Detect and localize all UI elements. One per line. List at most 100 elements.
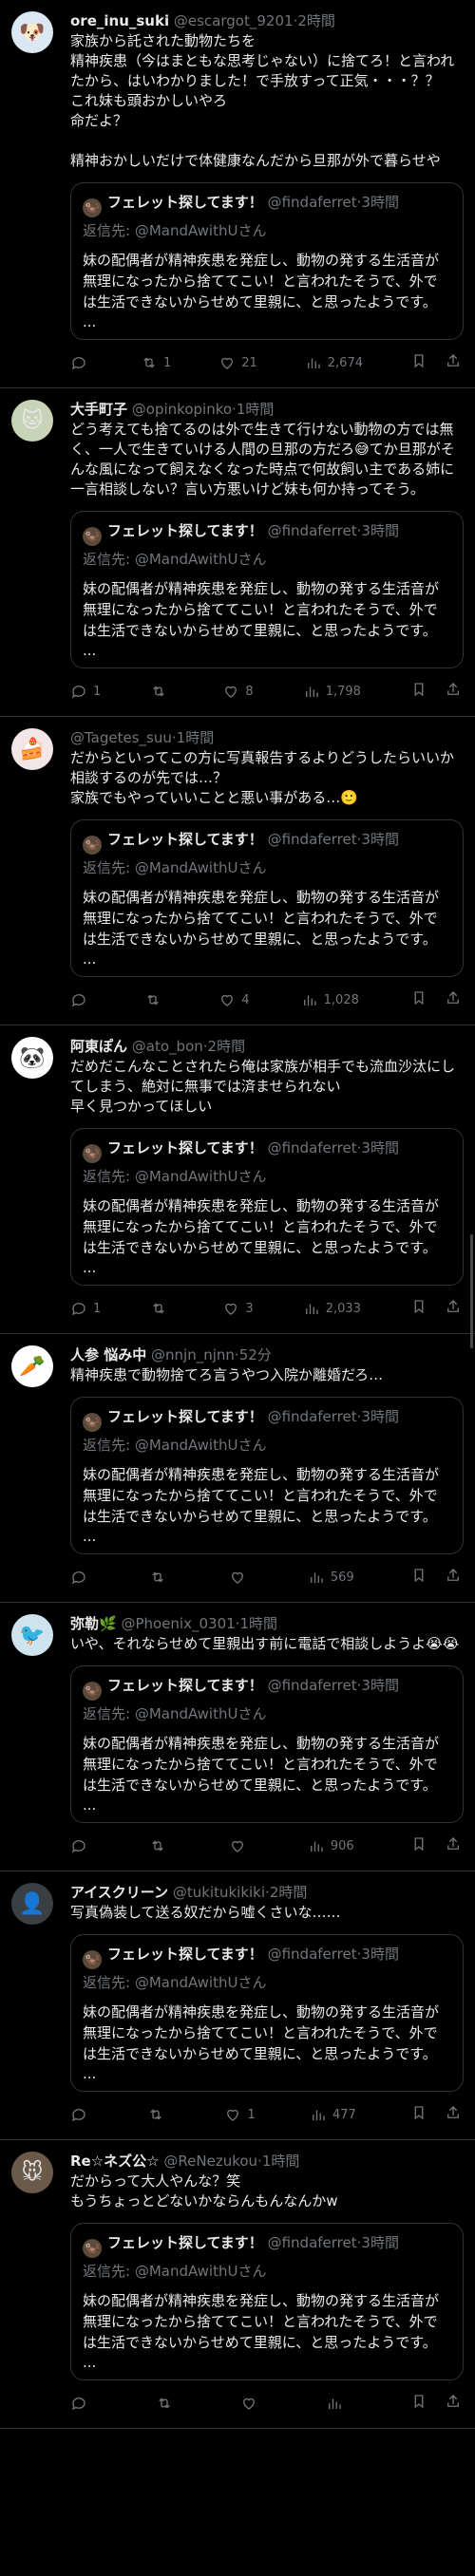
share-button[interactable]: [445, 2393, 462, 2414]
bookmark-button[interactable]: [410, 2393, 428, 2414]
views-button[interactable]: 1,798: [303, 683, 361, 700]
views-button[interactable]: 1,028: [301, 991, 359, 1008]
like-button[interactable]: 1: [224, 2106, 256, 2123]
quoted-tweet[interactable]: 🦦 フェレット探してます！ @findaferret·3時間 返信先: @MandA…: [70, 182, 464, 340]
bookmark-button[interactable]: [410, 1298, 428, 1319]
author-handle[interactable]: @ReNezukou: [163, 2153, 257, 2170]
share-button[interactable]: [445, 989, 462, 1010]
tweet-text: どう考えても捨てるのは外で生きて行けない動物の方では無く、一人で生きていける人間…: [70, 421, 455, 498]
retweet-button[interactable]: [144, 991, 167, 1008]
like-button[interactable]: 4: [218, 991, 250, 1008]
author-name[interactable]: 大手町子: [70, 401, 127, 418]
like-button[interactable]: [229, 1569, 252, 1586]
quoted-tweet[interactable]: 🦦 フェレット探してます！ @findaferret·3時間 返信先: @MandA…: [70, 511, 464, 668]
reply-button[interactable]: [70, 1569, 93, 1586]
quoted-header: 🦦 フェレット探してます！ @findaferret·3時間: [83, 2233, 451, 2258]
author-handle[interactable]: @nnjn_njnn: [151, 1346, 235, 1363]
tweet[interactable]: 🐭 Re☆ネズ公☆ @ReNezukou·1時間 だからって大人やんな？笑 もうちょ…: [0, 2140, 475, 2429]
author-handle[interactable]: @opinkopinko: [132, 401, 232, 418]
bookmark-button[interactable]: [410, 1567, 428, 1588]
author-handle[interactable]: @Phoenix_0301: [121, 1615, 235, 1632]
author-name[interactable]: アイスクリーン: [70, 1884, 168, 1901]
author-name[interactable]: 阿東ぽん: [70, 1038, 127, 1055]
reply-button[interactable]: [70, 354, 93, 371]
reply-button[interactable]: 1: [70, 683, 101, 700]
retweet-button[interactable]: [150, 1300, 173, 1317]
tweet[interactable]: 🐦 弥勒🌿 @Phoenix_0301·1時間 いや、それならせめて里親出す前に電話…: [0, 1603, 475, 1871]
share-button[interactable]: [445, 681, 462, 702]
author-handle[interactable]: @Tagetes_suu: [70, 729, 172, 746]
reply-button[interactable]: [70, 2106, 93, 2123]
reply-button[interactable]: [70, 2395, 93, 2412]
avatar[interactable]: 🍰: [11, 728, 53, 770]
quoted-tweet[interactable]: 🦦 フェレット探してます！ @findaferret·3時間 返信先: @MandA…: [70, 1397, 464, 1554]
share-button[interactable]: [445, 1298, 462, 1319]
tweet[interactable]: 🐱 大手町子 @opinkopinko·1時間 どう考えても捨てるのは外で生きて行け…: [0, 388, 475, 717]
views-button[interactable]: 906: [308, 1837, 354, 1854]
retweet-button[interactable]: [150, 683, 173, 700]
share-button[interactable]: [445, 1835, 462, 1856]
bookmark-button[interactable]: [410, 989, 428, 1010]
share-button[interactable]: [445, 352, 462, 373]
quoted-tweet[interactable]: 🦦 フェレット探してます！ @findaferret·3時間 返信先: @MandA…: [70, 2223, 464, 2380]
bookmark-button[interactable]: [410, 2104, 428, 2125]
quoted-tweet[interactable]: 🦦 フェレット探してます！ @findaferret·3時間 返信先: @MandA…: [70, 1934, 464, 2092]
author-name[interactable]: 人参 悩み中: [70, 1346, 146, 1363]
timestamp[interactable]: 1時間: [262, 2153, 300, 2170]
like-icon: [221, 357, 234, 369]
author-name[interactable]: Re☆ネズ公☆: [70, 2153, 160, 2170]
retweet-button[interactable]: 1: [141, 354, 171, 371]
views-button[interactable]: 477: [310, 2106, 356, 2123]
avatar[interactable]: 🐶: [11, 11, 53, 53]
author-name[interactable]: 弥勒🌿: [70, 1615, 117, 1632]
like-button[interactable]: 8: [222, 683, 254, 700]
reply-button[interactable]: 1: [70, 1300, 101, 1317]
author-name[interactable]: ore_inu_suki: [70, 12, 169, 29]
timestamp[interactable]: 1時間: [177, 729, 215, 746]
avatar[interactable]: 🐼: [11, 1037, 53, 1079]
quoted-tweet[interactable]: 🦦 フェレット探してます！ @findaferret·3時間 返信先: @MandA…: [70, 819, 464, 977]
tweet-actions: 1 8 1,798: [70, 672, 464, 710]
timestamp[interactable]: 52分: [239, 1346, 272, 1363]
views-button[interactable]: 569: [308, 1569, 354, 1586]
reply-button[interactable]: [70, 991, 93, 1008]
avatar[interactable]: 🐭: [11, 2152, 53, 2193]
like-button[interactable]: [229, 1837, 252, 1854]
retweet-button[interactable]: [149, 1837, 172, 1854]
like-button[interactable]: 21: [218, 354, 257, 371]
author-handle[interactable]: @escargot_9201: [174, 12, 294, 29]
bookmark-button[interactable]: [410, 352, 428, 373]
avatar[interactable]: 🐱: [11, 400, 53, 442]
reply-button[interactable]: [70, 1837, 93, 1854]
views-button[interactable]: 2,674: [305, 354, 363, 371]
views-button[interactable]: 2,033: [303, 1300, 361, 1317]
author-handle[interactable]: @ato_bon: [132, 1038, 203, 1055]
avatar[interactable]: 🥕: [11, 1345, 53, 1387]
avatar[interactable]: 🐦: [11, 1614, 53, 1656]
quoted-tweet[interactable]: 🦦 フェレット探してます！ @findaferret·3時間 返信先: @MandA…: [70, 1665, 464, 1823]
timestamp[interactable]: 2時間: [208, 1038, 246, 1055]
timestamp[interactable]: 1時間: [237, 401, 275, 418]
share-button[interactable]: [445, 2104, 462, 2125]
like-button[interactable]: [240, 2395, 263, 2412]
tweet[interactable]: 🐶 ore_inu_suki @escargot_9201·2時間 家族から託された…: [0, 0, 475, 388]
tweet[interactable]: 🥕 人参 悩み中 @nnjn_njnn·52分 精神疾患で動物捨てろ言うやつ入院か離…: [0, 1334, 475, 1603]
retweet-button[interactable]: [156, 2395, 179, 2412]
tweet[interactable]: 🍰 @Tagetes_suu·1時間 だからといってこの方に写真報告するよりどうし…: [0, 717, 475, 1025]
timestamp[interactable]: 2時間: [297, 12, 335, 29]
retweet-button[interactable]: [149, 1569, 172, 1586]
tweet[interactable]: 🐼 阿東ぽん @ato_bon·2時間 だめだこんなことされたら俺は家族が相手でも流…: [0, 1025, 475, 1334]
quoted-tweet[interactable]: 🦦 フェレット探してます！ @findaferret·3時間 返信先: @MandA…: [70, 1128, 464, 1286]
timestamp[interactable]: 1時間: [239, 1615, 277, 1632]
like-button[interactable]: 3: [222, 1300, 254, 1317]
scrollbar[interactable]: [470, 1234, 473, 1348]
bookmark-button[interactable]: [410, 681, 428, 702]
views-button[interactable]: [326, 2395, 349, 2412]
bookmark-button[interactable]: [410, 1835, 428, 1856]
timestamp[interactable]: 2時間: [270, 1884, 308, 1901]
author-handle[interactable]: @tukitukikiki: [173, 1884, 265, 1901]
tweet[interactable]: 👤 アイスクリーン @tukitukikiki·2時間 写真偽装して送る奴だから嘘く…: [0, 1871, 475, 2140]
retweet-button[interactable]: [147, 2106, 170, 2123]
share-button[interactable]: [445, 1567, 462, 1588]
avatar[interactable]: 👤: [11, 1883, 53, 1925]
